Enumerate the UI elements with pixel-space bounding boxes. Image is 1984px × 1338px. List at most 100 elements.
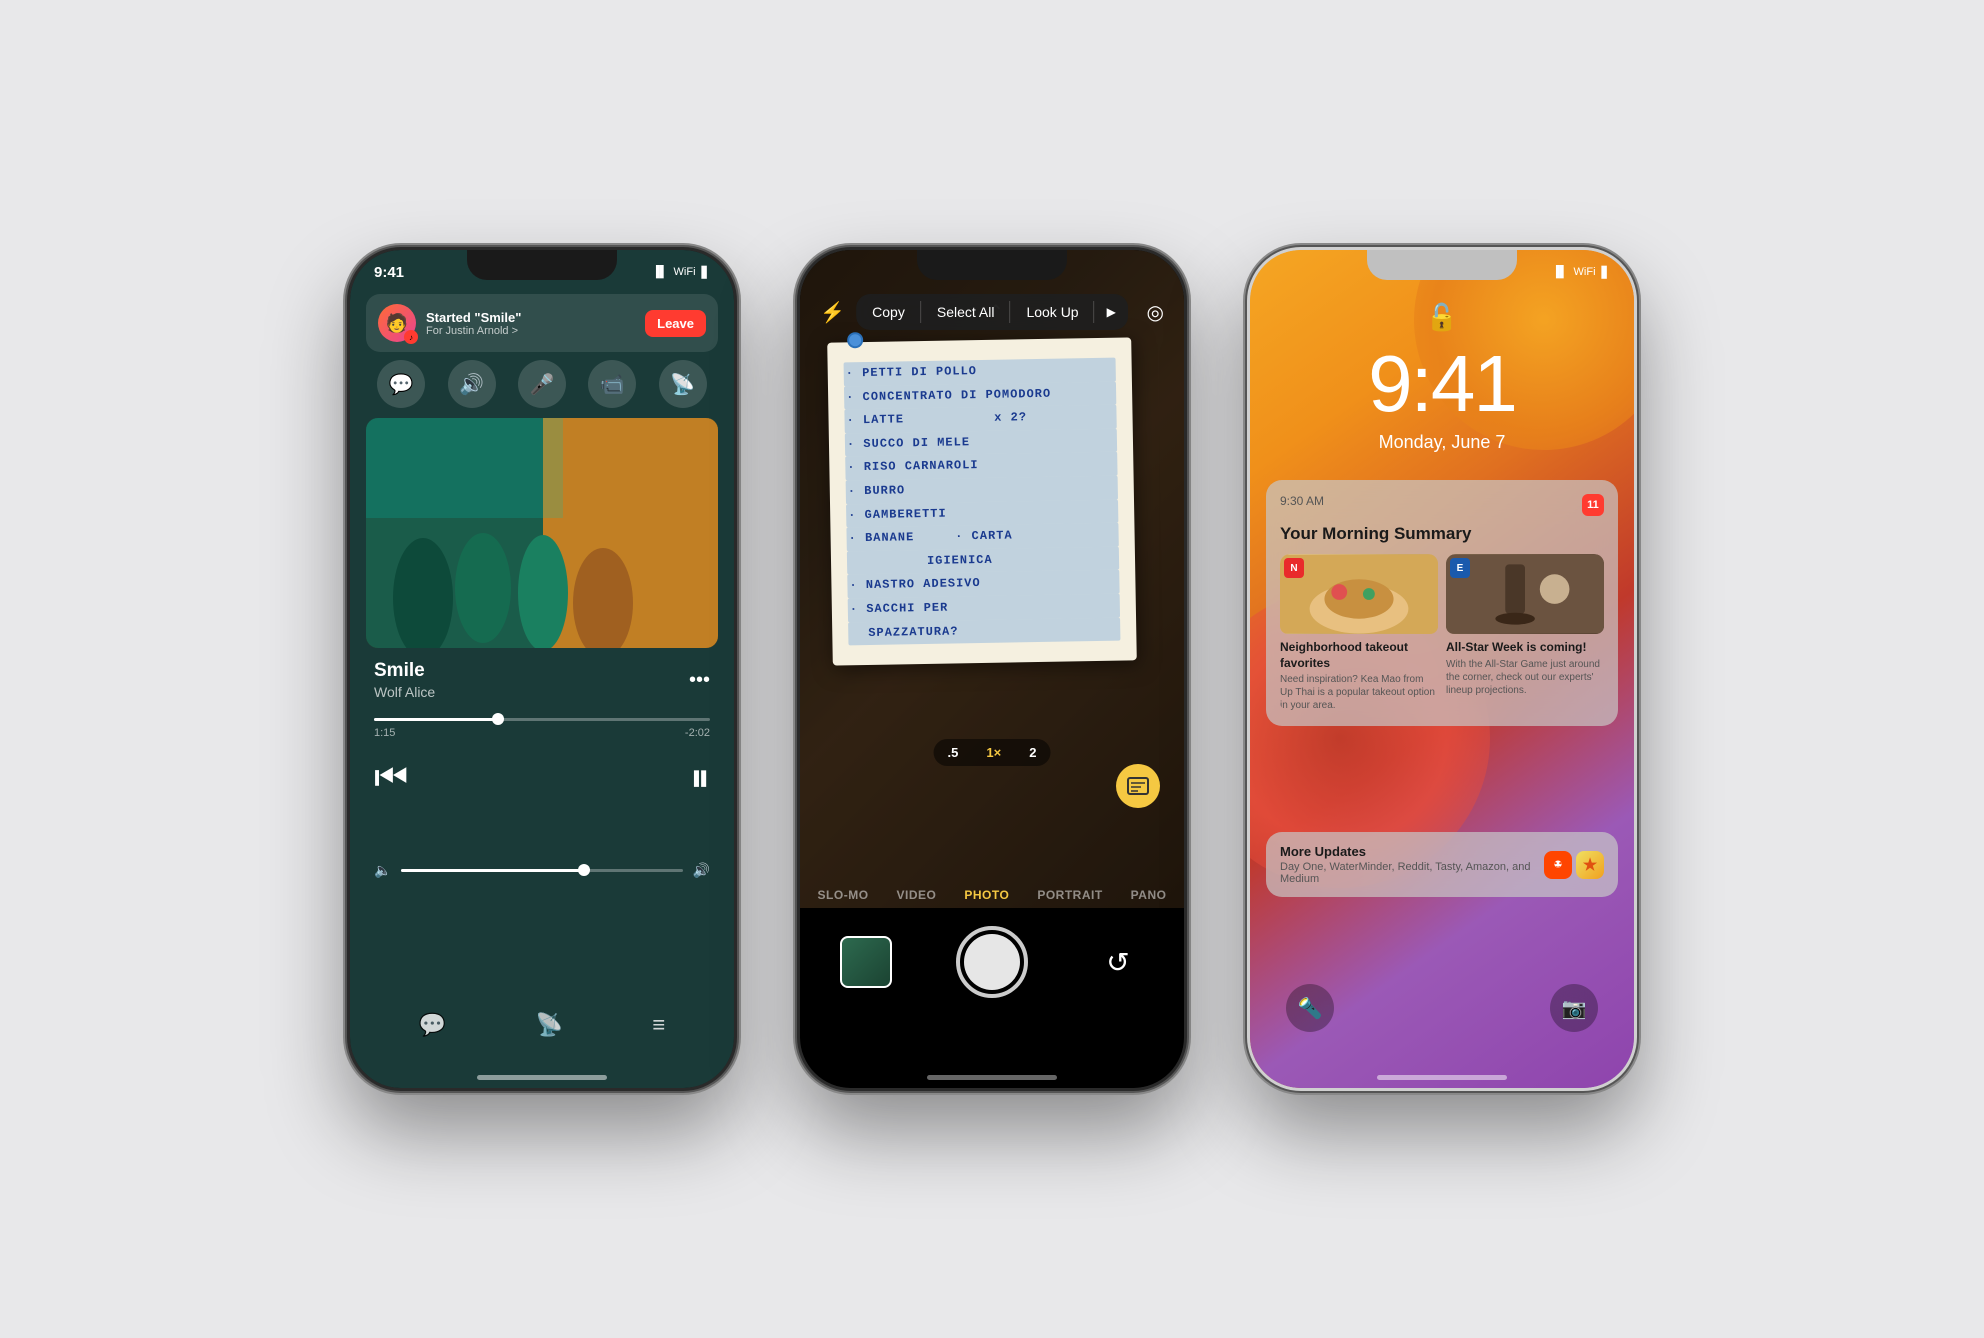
live-photo-icon[interactable]: ◎	[1147, 300, 1164, 325]
flashlight-button[interactable]: 🔦	[1286, 984, 1334, 1032]
lock-time: 9:41	[1250, 338, 1634, 430]
wifi-icon-1: WiFi	[674, 266, 696, 278]
battery-icon-3: ▋	[1602, 266, 1610, 279]
notch-1	[467, 250, 617, 280]
news-desc-1: Need inspiration? Kea Mao from Up Thai i…	[1280, 673, 1438, 712]
volume-low-icon: 🔈	[374, 862, 391, 879]
track-info: Smile Wolf Alice •••	[374, 660, 710, 700]
progress-track	[374, 718, 710, 721]
leave-button[interactable]: Leave	[645, 310, 706, 337]
notch-3	[1367, 250, 1517, 280]
wifi-icon-3: WiFi	[1574, 266, 1596, 278]
note-paper: · PETTI DI POLLO · CONCENTRATO DI POMODO…	[827, 337, 1137, 665]
chat-button[interactable]: 💬	[377, 360, 425, 408]
news-title-1: Neighborhood takeout favorites	[1280, 640, 1438, 671]
lock-date: Monday, June 7	[1250, 432, 1634, 453]
news-image-2: E	[1446, 554, 1604, 634]
news-grid: N Neighborhood takeout favorites Need in…	[1280, 554, 1604, 712]
look-up-button[interactable]: Look Up	[1010, 294, 1094, 330]
banner-text: Started "Smile" For Justin Arnold >	[426, 310, 635, 337]
bottom-controls: 💬 📡 ≡	[374, 1012, 710, 1038]
zoom-1x-button[interactable]: 1×	[972, 739, 1015, 766]
video-button[interactable]: 📹	[588, 360, 636, 408]
track-artist: Wolf Alice	[374, 684, 435, 700]
status-icons-1: ▐▌ WiFi ▋	[652, 266, 710, 279]
camera-shortcut-button[interactable]: 📷	[1550, 984, 1598, 1032]
notif-title: Your Morning Summary	[1280, 524, 1604, 544]
select-all-button[interactable]: Select All	[921, 294, 1011, 330]
phone-1: 9:41 ▐▌ WiFi ▋ 🧑 ♪ Started "Smile" For J…	[347, 247, 737, 1091]
shutter-button[interactable]	[956, 926, 1028, 998]
notif-header: 9:30 AM 11	[1280, 494, 1604, 516]
music-badge: ♪	[404, 330, 418, 344]
audio-button[interactable]: 🔊	[448, 360, 496, 408]
photo-mode[interactable]: PHOTO	[964, 888, 1009, 902]
rewind-button[interactable]: ⏮	[374, 757, 408, 800]
news-desc-2: With the All-Star Game just around the c…	[1446, 658, 1604, 697]
notch-2	[917, 250, 1067, 280]
more-updates-text: More Updates Day One, WaterMinder, Reddi…	[1280, 844, 1534, 885]
phone-2: ⚡ ⌃ ◎ Copy Select All Look Up ▶ · PETTI …	[797, 247, 1187, 1091]
news-item-1[interactable]: N Neighborhood takeout favorites Need in…	[1280, 554, 1438, 712]
shareplay-button[interactable]: 📡	[659, 360, 707, 408]
slo-mo-mode[interactable]: SLO-MO	[818, 888, 869, 902]
notification-card[interactable]: 9:30 AM 11 Your Morning Summary N	[1266, 480, 1618, 726]
battery-icon-1: ▋	[702, 266, 710, 279]
banner-subtitle: For Justin Arnold >	[426, 325, 635, 337]
status-icons-3: ▐▌ WiFi ▋	[1552, 266, 1610, 279]
copy-button[interactable]: Copy	[856, 294, 921, 330]
more-updates-card[interactable]: More Updates Day One, WaterMinder, Reddi…	[1266, 832, 1618, 897]
progress-thumb[interactable]	[492, 713, 504, 725]
playback-controls: ⏮ ⏸ 👨🏾	[374, 756, 710, 801]
live-text-button[interactable]	[1116, 764, 1160, 808]
news-logo-2: E	[1450, 558, 1470, 578]
pause-button[interactable]: ⏸	[690, 756, 710, 801]
zoom-controls: .5 1× 2	[934, 739, 1051, 766]
more-arrow[interactable]: ▶	[1095, 295, 1128, 329]
flash-icon[interactable]: ⚡	[820, 300, 845, 325]
star-app-icon: ★	[1576, 851, 1604, 879]
lyrics-button[interactable]: 💬	[419, 1012, 446, 1038]
progress-bar[interactable]: 1:15 -2:02	[374, 718, 710, 739]
notif-badge: 11	[1582, 494, 1604, 516]
mic-button[interactable]: 🎤	[518, 360, 566, 408]
more-updates-title: More Updates	[1280, 844, 1534, 859]
camera-viewfinder: ⚡ ⌃ ◎ Copy Select All Look Up ▶ · PETTI …	[800, 250, 1184, 908]
photo-library-thumbnail[interactable]	[840, 936, 892, 988]
news-image-1: N	[1280, 554, 1438, 634]
reddit-icon	[1544, 851, 1572, 879]
queue-button[interactable]: ≡	[652, 1012, 665, 1038]
status-time-1: 9:41	[374, 264, 404, 281]
pano-mode[interactable]: PANO	[1131, 888, 1167, 902]
more-updates-desc: Day One, WaterMinder, Reddit, Tasty, Ama…	[1280, 861, 1534, 885]
track-title: Smile	[374, 660, 435, 682]
signal-icon-1: ▐▌	[652, 266, 668, 278]
more-app-icons: ★	[1544, 851, 1604, 879]
time-elapsed: 1:15	[374, 727, 395, 739]
shareplay-banner: 🧑 ♪ Started "Smile" For Justin Arnold > …	[366, 294, 718, 352]
zoom-half-button[interactable]: .5	[934, 739, 973, 766]
portrait-mode[interactable]: PORTRAIT	[1037, 888, 1102, 902]
volume-track	[401, 869, 682, 872]
home-indicator-3	[1377, 1075, 1507, 1080]
context-menu: Copy Select All Look Up ▶	[856, 294, 1128, 330]
airplay-button[interactable]: 📡	[536, 1012, 563, 1038]
lock-bottom-controls: 🔦 📷	[1250, 984, 1634, 1032]
camera-mode-bar: SLO-MO VIDEO PHOTO PORTRAIT PANO	[800, 880, 1184, 910]
flip-camera-button[interactable]: ↺	[1092, 936, 1144, 988]
volume-bar[interactable]: 🔈 🔊	[374, 862, 710, 879]
video-mode[interactable]: VIDEO	[897, 888, 937, 902]
news-item-2[interactable]: E All-Star Week is coming! With the All-…	[1446, 554, 1604, 712]
lock-icon: 🔓	[1426, 302, 1458, 333]
more-options-button[interactable]: •••	[689, 669, 710, 692]
screen-2: ⚡ ⌃ ◎ Copy Select All Look Up ▶ · PETTI …	[800, 250, 1184, 1088]
home-indicator-1	[477, 1075, 607, 1080]
phone-3: ▐▌ WiFi ▋ 🔓 9:41 Monday, June 7 9:30 AM …	[1247, 247, 1637, 1091]
news-title-2: All-Star Week is coming!	[1446, 640, 1604, 656]
shutter-inner	[964, 934, 1020, 990]
zoom-2x-button[interactable]: 2	[1015, 739, 1050, 766]
time-labels: 1:15 -2:02	[374, 727, 710, 739]
news-logo-1: N	[1284, 558, 1304, 578]
shutter-row: ↺	[800, 926, 1184, 998]
volume-thumb[interactable]	[578, 864, 590, 876]
